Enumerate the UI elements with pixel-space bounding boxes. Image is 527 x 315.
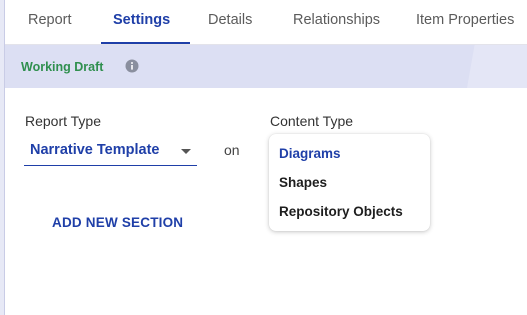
info-icon[interactable]	[125, 59, 139, 73]
status-label: Working Draft	[21, 60, 104, 74]
menu-item-repository-objects[interactable]: Repository Objects	[279, 204, 403, 219]
menu-item-shapes[interactable]: Shapes	[279, 175, 327, 190]
tab-report[interactable]: Report	[28, 12, 72, 28]
content-type-menu: Diagrams Shapes Repository Objects	[269, 134, 430, 231]
tab-item-properties[interactable]: Item Properties	[416, 12, 514, 28]
menu-item-diagrams[interactable]: Diagrams	[279, 146, 341, 161]
add-new-section-button[interactable]: ADD NEW SECTION	[52, 215, 183, 230]
report-type-label: Report Type	[25, 113, 102, 129]
tab-bar: Report Settings Details Relationships It…	[5, 0, 527, 45]
settings-panel: Report Type Narrative Template on Conten…	[16, 88, 527, 315]
chevron-down-icon	[181, 149, 191, 154]
connector-label: on	[224, 142, 240, 158]
tab-relationships[interactable]: Relationships	[293, 12, 380, 28]
active-tab-indicator	[101, 42, 190, 44]
status-band: Working Draft	[5, 45, 527, 88]
report-type-select[interactable]: Narrative Template	[24, 139, 197, 166]
content-type-label: Content Type	[270, 113, 354, 129]
tab-details[interactable]: Details	[208, 12, 252, 28]
tab-settings[interactable]: Settings	[113, 12, 170, 28]
report-type-value: Narrative Template	[30, 142, 160, 158]
status-band-highlight	[467, 45, 527, 88]
